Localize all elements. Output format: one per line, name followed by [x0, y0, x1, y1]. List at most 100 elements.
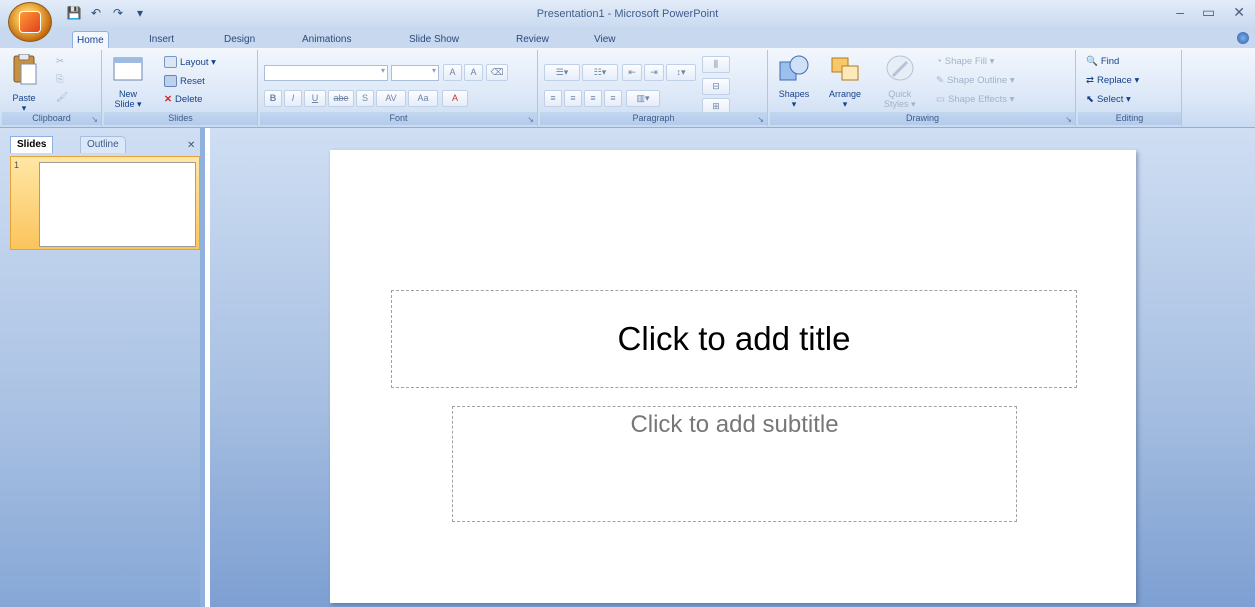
help-icon[interactable] [1237, 32, 1249, 44]
italic-button[interactable]: I [284, 90, 302, 107]
font-dialog-launcher-icon[interactable]: ↘ [527, 115, 534, 124]
clipboard-group: Paste ▾ ✂ ⎘ 🖌 Clipboard ↘ [2, 50, 102, 126]
align-text-button[interactable]: ⊟ [702, 78, 730, 95]
paragraph-group: ☰▾ ☷▾ ⇤ ⇥ ↕▾ ⫼ ≡ ≡ ≡ ≡ ▥▾ ⊟ ⊞ Paragraph … [540, 50, 768, 126]
layout-icon [164, 56, 177, 68]
binoculars-icon: 🔍 [1086, 56, 1098, 67]
ribbon-tabs: Home Insert Design Animations Slide Show… [0, 30, 1255, 48]
shape-effects-button[interactable]: ▭ Shape Effects ▾ [936, 94, 1014, 105]
quick-styles-button[interactable]: Quick Styles ▾ [884, 54, 916, 109]
shape-fill-button[interactable]: ◔ Shape Fill ▾ [936, 56, 994, 67]
tab-review[interactable]: Review [512, 31, 553, 48]
text-shadow-button[interactable]: S [356, 90, 374, 107]
increase-indent-button[interactable]: ⇥ [644, 64, 664, 81]
bullets-button[interactable]: ☰▾ [544, 64, 580, 81]
font-color-button[interactable]: A [442, 90, 468, 107]
reset-icon [164, 75, 177, 87]
align-right-button[interactable]: ≡ [584, 90, 602, 107]
paragraph-group-label: Paragraph [540, 112, 767, 125]
numbering-button[interactable]: ☷▾ [582, 64, 618, 81]
subtitle-placeholder-text: Click to add subtitle [630, 411, 839, 438]
title-placeholder-text: Click to add title [617, 320, 851, 357]
tab-design[interactable]: Design [220, 31, 259, 48]
title-placeholder[interactable]: Click to add title [391, 290, 1077, 388]
shape-outline-button[interactable]: ✎ Shape Outline ▾ [936, 75, 1015, 86]
shapes-icon [778, 54, 810, 86]
tab-view[interactable]: View [590, 31, 620, 48]
text-direction-button[interactable]: ⫼ [702, 56, 730, 73]
close-button[interactable]: ✕ [1233, 4, 1245, 21]
slide-thumbnail[interactable] [39, 162, 196, 247]
shrink-font-button[interactable]: A [464, 64, 483, 81]
subtitle-placeholder[interactable]: Click to add subtitle [452, 406, 1017, 522]
window-title: Presentation1 - Microsoft PowerPoint [536, 8, 719, 20]
font-name-combo[interactable]: ▾ [264, 65, 388, 81]
quick-styles-icon [885, 54, 915, 86]
editing-group: 🔍 Find ⇄ Replace ▾ ⬉ Select ▾ Editing [1078, 50, 1182, 126]
slides-pane: Slides Outline ✕ 1 [0, 128, 205, 607]
line-spacing-button[interactable]: ↕▾ [666, 64, 696, 81]
character-spacing-button[interactable]: AV [376, 90, 406, 107]
shapes-button[interactable]: Shapes ▾ [778, 54, 810, 109]
paste-icon [10, 53, 38, 90]
bold-button[interactable]: B [264, 90, 282, 107]
paint-bucket-icon: ◔ [936, 56, 942, 67]
arrange-icon [828, 54, 862, 86]
shape-effects-icon: ▭ [936, 94, 945, 105]
paste-button[interactable]: Paste ▾ [10, 53, 38, 113]
justify-button[interactable]: ≡ [604, 90, 622, 107]
font-group: ▾ ▾ A A ⌫ B I U abe S AV Aa A Font ↘ [260, 50, 538, 126]
clipboard-group-label: Clipboard [2, 112, 101, 125]
office-logo-icon [19, 11, 41, 33]
decrease-indent-button[interactable]: ⇤ [622, 64, 642, 81]
cursor-icon: ⬉ [1086, 94, 1094, 105]
close-pane-icon[interactable]: ✕ [187, 140, 195, 151]
align-center-button[interactable]: ≡ [564, 90, 582, 107]
new-slide-button[interactable]: New Slide ▾ [112, 54, 144, 109]
font-size-combo[interactable]: ▾ [391, 65, 439, 81]
cut-icon[interactable]: ✂ [56, 56, 64, 67]
tab-slides[interactable]: Slides [10, 136, 54, 153]
layout-button[interactable]: Layout ▾ [164, 56, 216, 68]
clear-formatting-button[interactable]: ⌫ [486, 64, 508, 81]
new-slide-icon [112, 54, 144, 86]
tab-outline[interactable]: Outline [80, 136, 126, 153]
columns-button[interactable]: ▥▾ [626, 90, 660, 107]
tab-insert[interactable]: Insert [145, 31, 178, 48]
paragraph-dialog-launcher-icon[interactable]: ↘ [757, 115, 764, 124]
underline-button[interactable]: U [304, 90, 326, 107]
dialog-launcher-icon[interactable]: ↘ [91, 115, 98, 124]
maximize-button[interactable]: ▭ [1202, 4, 1215, 21]
reset-button[interactable]: Reset [164, 75, 205, 87]
tab-animations[interactable]: Animations [298, 31, 355, 48]
slides-group: New Slide ▾ Layout ▾ Reset ✕ Delete Slid… [104, 50, 258, 126]
select-button[interactable]: ⬉ Select ▾ [1086, 94, 1131, 105]
drawing-dialog-launcher-icon[interactable]: ↘ [1065, 115, 1072, 124]
format-painter-icon[interactable]: 🖌 [56, 92, 68, 103]
slides-group-label: Slides [104, 112, 257, 125]
tab-slide-show[interactable]: Slide Show [405, 31, 463, 48]
office-button[interactable] [8, 2, 52, 42]
window-controls: – ▭ ✕ [1176, 4, 1245, 21]
pencil-icon: ✎ [936, 75, 944, 86]
ribbon: Paste ▾ ✂ ⎘ 🖌 Clipboard ↘ New Slide ▾ La… [0, 48, 1255, 128]
grow-font-button[interactable]: A [443, 64, 462, 81]
replace-icon: ⇄ [1086, 75, 1094, 86]
delete-button[interactable]: ✕ Delete [164, 94, 202, 105]
drawing-group: Shapes ▾ Arrange ▾ Quick Styles ▾ ◔ Shap… [770, 50, 1076, 126]
editing-group-label: Editing [1078, 112, 1181, 125]
drawing-group-label: Drawing [770, 112, 1075, 125]
copy-icon[interactable]: ⎘ [56, 74, 64, 85]
slide-thumbnail-selected[interactable]: 1 [10, 156, 200, 250]
minimize-button[interactable]: – [1176, 4, 1184, 21]
change-case-button[interactable]: Aa [408, 90, 438, 107]
font-group-label: Font [260, 112, 537, 125]
slide-canvas[interactable]: Click to add title Click to add subtitle [330, 150, 1136, 603]
find-button[interactable]: 🔍 Find [1086, 56, 1119, 67]
align-left-button[interactable]: ≡ [544, 90, 562, 107]
tab-home[interactable]: Home [72, 31, 109, 48]
arrange-button[interactable]: Arrange ▾ [828, 54, 862, 109]
replace-button[interactable]: ⇄ Replace ▾ [1086, 75, 1139, 86]
pane-tabs: Slides Outline ✕ [0, 133, 200, 153]
strikethrough-button[interactable]: abe [328, 90, 354, 107]
